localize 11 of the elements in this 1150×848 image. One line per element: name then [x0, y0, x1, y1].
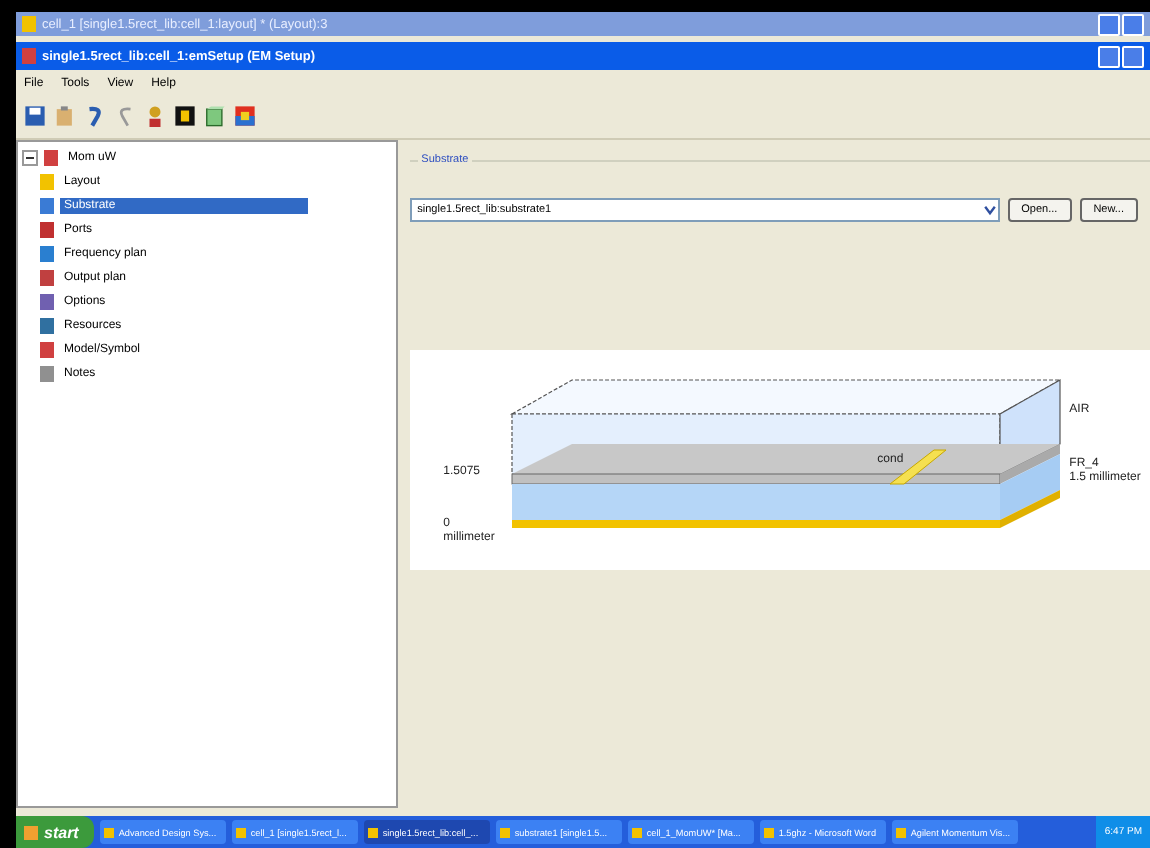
- minimize-button[interactable]: [1098, 13, 1120, 35]
- start-button[interactable]: start: [16, 816, 95, 848]
- maximize-button[interactable]: [1122, 45, 1144, 67]
- collapse-icon[interactable]: [22, 150, 38, 166]
- clipboard-icon[interactable]: [54, 102, 76, 130]
- cube-icon[interactable]: [204, 102, 226, 130]
- minimize-button[interactable]: [1098, 45, 1120, 67]
- color-map-icon[interactable]: [234, 102, 256, 130]
- restore-button[interactable]: [1122, 13, 1144, 35]
- undo-icon[interactable]: [84, 102, 106, 130]
- save-icon[interactable]: [24, 102, 46, 130]
